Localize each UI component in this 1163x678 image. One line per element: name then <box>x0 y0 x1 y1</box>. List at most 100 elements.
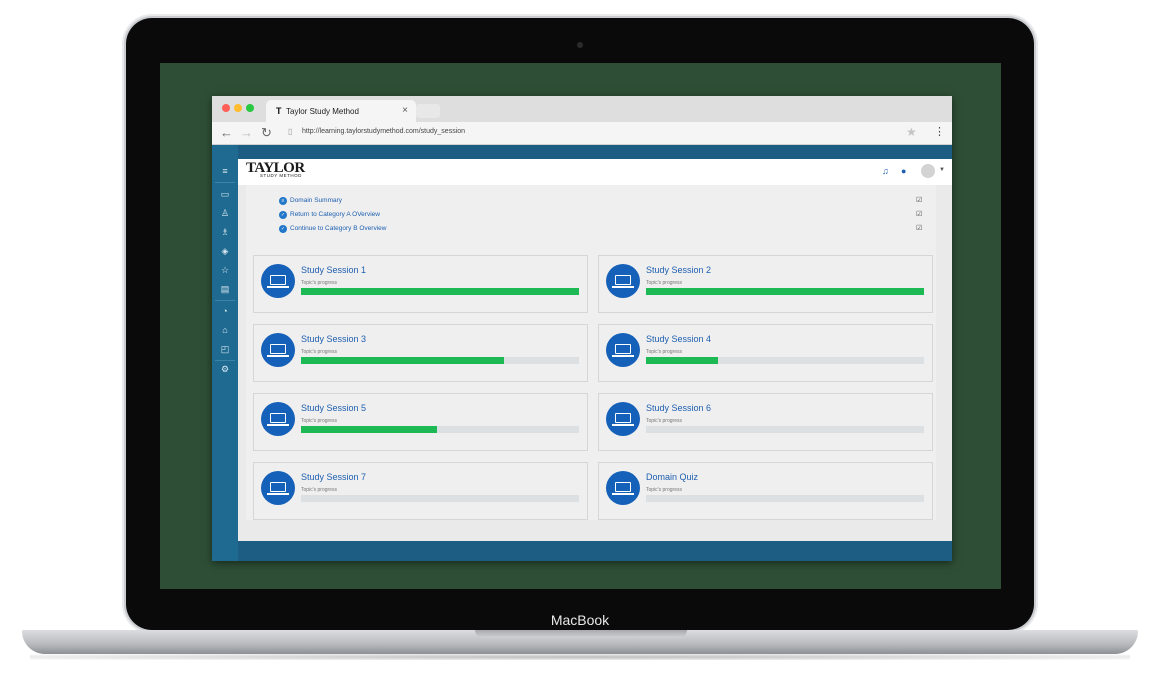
progress-track <box>301 426 579 433</box>
webcam <box>577 42 583 48</box>
maximize-window-button[interactable] <box>246 104 254 112</box>
reload-icon[interactable]: ↻ <box>261 125 272 141</box>
web-page: ≡ ▭ ♙ ♗ ◈ ☆ ▤ ◔ ⌂ ◰ ⚙ TAYLOR STUDY METHO… <box>212 145 952 561</box>
quiz-title[interactable]: Domain Quiz <box>646 472 698 482</box>
session-title[interactable]: Study Session 5 <box>301 403 366 413</box>
check-icon: ✓ <box>279 225 287 233</box>
cube-icon[interactable]: ◰ <box>219 343 231 355</box>
domain-summary-link[interactable]: Domain Summary <box>290 197 342 204</box>
avatar[interactable] <box>921 164 935 178</box>
laptop-icon <box>606 402 640 436</box>
app-header: TAYLOR STUDY METHOD ♫ ● ▼ <box>238 159 952 186</box>
progress-fill <box>301 288 579 295</box>
url-text[interactable]: http://learning.taylorstudymethod.com/st… <box>302 128 465 135</box>
laptop-icon <box>261 264 295 298</box>
session-card[interactable]: Study Session 1 Topic's progress <box>253 255 588 313</box>
sidebar: ≡ ▭ ♙ ♗ ◈ ☆ ▤ ◔ ⌂ ◰ ⚙ <box>212 145 238 561</box>
minimize-window-button[interactable] <box>234 104 242 112</box>
laptop-shadow <box>30 654 1130 660</box>
session-subtitle: Topic's progress <box>301 418 337 424</box>
session-subtitle: Topic's progress <box>646 349 682 355</box>
back-arrow-icon[interactable]: ← <box>220 125 233 140</box>
layers-icon[interactable]: ◈ <box>219 245 231 257</box>
bookmark-star-icon[interactable]: ★ <box>906 125 917 139</box>
tab-close-icon[interactable]: × <box>402 105 408 116</box>
quiz-card[interactable]: Domain Quiz Topic's progress <box>598 462 933 520</box>
session-title[interactable]: Study Session 4 <box>646 334 711 344</box>
laptop-icon <box>606 471 640 505</box>
progress-track <box>301 357 579 364</box>
check-icon: ✓ <box>279 211 287 219</box>
user-icon[interactable]: ♙ <box>219 207 231 219</box>
chat-icon[interactable]: ● <box>901 166 906 176</box>
sidebar-divider <box>215 182 235 183</box>
progress-fill <box>301 426 438 433</box>
home-icon[interactable]: ⌂ <box>219 324 231 336</box>
progress-track <box>301 495 579 502</box>
session-title[interactable]: Study Session 7 <box>301 472 366 482</box>
session-subtitle: Topic's progress <box>301 280 337 286</box>
forward-arrow-icon[interactable]: → <box>240 125 253 140</box>
progress-fill <box>646 288 924 295</box>
session-subtitle: Topic's progress <box>646 418 682 424</box>
laptop-icon <box>261 471 295 505</box>
session-title[interactable]: Study Session 6 <box>646 403 711 413</box>
users-icon[interactable]: ♗ <box>219 226 231 238</box>
list-icon: ≡ <box>279 197 287 205</box>
sidebar-divider <box>215 360 235 361</box>
browser-toolbar: ← → ↻ ▯ http://learning.taylorstudymetho… <box>212 122 952 145</box>
return-category-a-link[interactable]: Return to Category A OVerview <box>290 211 380 218</box>
device-brand-label: MacBook <box>550 612 610 628</box>
session-title[interactable]: Study Session 2 <box>646 265 711 275</box>
session-title[interactable]: Study Session 1 <box>301 265 366 275</box>
bell-icon[interactable]: ♫ <box>882 166 889 176</box>
browser-menu-icon[interactable]: ⋮ <box>934 125 945 138</box>
logo-subtitle: STUDY METHOD <box>260 173 302 178</box>
checkbox-icon[interactable]: ☑ <box>916 196 922 204</box>
session-card[interactable]: Study Session 6 Topic's progress <box>598 393 933 451</box>
session-subtitle: Topic's progress <box>301 487 337 493</box>
progress-track <box>301 288 579 295</box>
address-bar[interactable]: ▯ http://learning.taylorstudymethod.com/… <box>284 124 918 141</box>
session-card[interactable]: Study Session 3 Topic's progress <box>253 324 588 382</box>
session-card[interactable]: Study Session 2 Topic's progress <box>598 255 933 313</box>
tab-title: Taylor Study Method <box>286 107 359 116</box>
book-icon[interactable]: ▤ <box>219 283 231 295</box>
tab-favicon-icon: T <box>276 106 282 116</box>
laptop-notch <box>475 630 687 638</box>
sidebar-divider <box>215 300 235 301</box>
session-subtitle: Topic's progress <box>646 280 682 286</box>
session-card[interactable]: Study Session 4 Topic's progress <box>598 324 933 382</box>
session-card[interactable]: Study Session 7 Topic's progress <box>253 462 588 520</box>
session-title[interactable]: Study Session 3 <box>301 334 366 344</box>
gear-icon[interactable]: ⚙ <box>219 363 231 375</box>
browser-tab[interactable]: T Taylor Study Method × <box>266 100 416 122</box>
laptop-icon <box>606 264 640 298</box>
new-tab-button[interactable] <box>416 104 440 118</box>
close-window-button[interactable] <box>222 104 230 112</box>
progress-track <box>646 288 924 295</box>
menu-icon[interactable]: ≡ <box>219 165 231 177</box>
progress-fill <box>301 357 504 364</box>
laptop-icon <box>606 333 640 367</box>
progress-track <box>646 357 924 364</box>
chevron-down-icon[interactable]: ▼ <box>939 167 945 173</box>
laptop-icon <box>261 402 295 436</box>
browser-titlebar: T Taylor Study Method × <box>212 96 952 122</box>
progress-fill <box>646 357 719 364</box>
session-card[interactable]: Study Session 5 Topic's progress <box>253 393 588 451</box>
main-content: ≡ Domain Summary ☑ ✓ Return to Category … <box>238 185 952 541</box>
content-panel: ≡ Domain Summary ☑ ✓ Return to Category … <box>246 185 936 520</box>
dashboard-icon[interactable]: ◔ <box>219 305 231 317</box>
checkbox-icon[interactable]: ☑ <box>916 210 922 218</box>
quiz-subtitle: Topic's progress <box>646 487 682 493</box>
session-subtitle: Topic's progress <box>301 349 337 355</box>
progress-track <box>646 426 924 433</box>
page-icon: ▯ <box>288 127 293 136</box>
browser-window: T Taylor Study Method × ← → ↻ ▯ http://l… <box>212 96 952 561</box>
continue-category-b-link[interactable]: Continue to Category B Overview <box>290 225 386 232</box>
progress-track <box>646 495 924 502</box>
checkbox-icon[interactable]: ☑ <box>916 224 922 232</box>
folder-icon[interactable]: ▭ <box>219 188 231 200</box>
star-icon[interactable]: ☆ <box>219 264 231 276</box>
